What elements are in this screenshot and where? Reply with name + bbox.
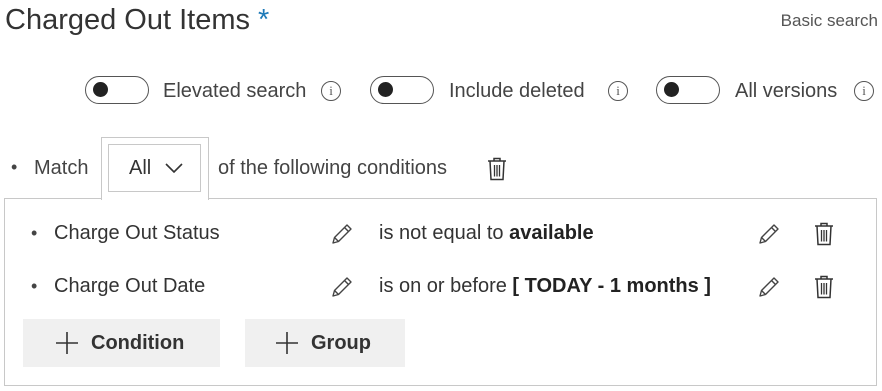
pencil-icon: [332, 224, 352, 244]
elevated-search-label: Elevated search: [163, 80, 307, 102]
info-icon[interactable]: i: [321, 81, 341, 101]
add-condition-label: Condition: [91, 331, 185, 354]
condition-bullet: •: [31, 223, 38, 243]
condition-field: Charge Out Status: [54, 222, 220, 244]
add-group-button[interactable]: Group: [245, 319, 405, 367]
page-title: Charged Out Items *: [5, 2, 269, 38]
condition-expression: is on or before [ TODAY - 1 months ]: [379, 275, 711, 298]
condition-field: Charge Out Date: [54, 275, 206, 297]
edit-value-button[interactable]: [756, 274, 782, 300]
page-title-text: Charged Out Items: [5, 4, 250, 36]
delete-condition-button[interactable]: [813, 220, 835, 247]
toggle-knob: [664, 82, 679, 97]
toggle-knob: [93, 82, 108, 97]
condition-operator: is not equal to: [379, 222, 504, 244]
info-icon[interactable]: i: [854, 81, 874, 101]
condition-expression: is not equal to available: [379, 222, 594, 245]
include-deleted-toggle[interactable]: [370, 76, 434, 104]
plus-icon: [276, 332, 298, 354]
all-versions-label: All versions: [735, 80, 838, 102]
pencil-icon: [759, 277, 779, 297]
condition-operator: is on or before: [379, 275, 507, 297]
match-dropdown-value: All: [129, 156, 152, 179]
pencil-icon: [332, 277, 352, 297]
match-suffix: of the following conditions: [218, 157, 448, 179]
edit-field-button[interactable]: [329, 274, 355, 300]
required-marker: *: [258, 4, 270, 36]
toggle-knob: [378, 82, 393, 97]
info-icon[interactable]: i: [608, 81, 628, 101]
edit-field-button[interactable]: [329, 221, 355, 247]
add-condition-button[interactable]: Condition: [23, 319, 220, 367]
trash-icon: [488, 157, 506, 180]
include-deleted-label: Include deleted: [449, 80, 585, 102]
add-group-label: Group: [311, 331, 371, 354]
plus-icon: [56, 332, 78, 354]
chevron-down-icon: [165, 163, 183, 173]
condition-value: [ TODAY - 1 months ]: [512, 275, 711, 297]
condition-bullet: •: [31, 276, 38, 296]
elevated-search-toggle[interactable]: [85, 76, 149, 104]
all-versions-toggle[interactable]: [656, 76, 720, 104]
condition-value: available: [509, 222, 594, 244]
delete-condition-button[interactable]: [813, 273, 835, 300]
match-prefix: Match: [34, 157, 89, 179]
pencil-icon: [759, 224, 779, 244]
trash-icon: [815, 275, 833, 298]
match-dropdown[interactable]: All: [108, 144, 201, 192]
edit-value-button[interactable]: [756, 221, 782, 247]
basic-search-link[interactable]: Basic search: [781, 11, 878, 31]
trash-icon: [815, 222, 833, 245]
delete-group-button[interactable]: [486, 155, 508, 182]
match-bullet: •: [11, 157, 18, 177]
